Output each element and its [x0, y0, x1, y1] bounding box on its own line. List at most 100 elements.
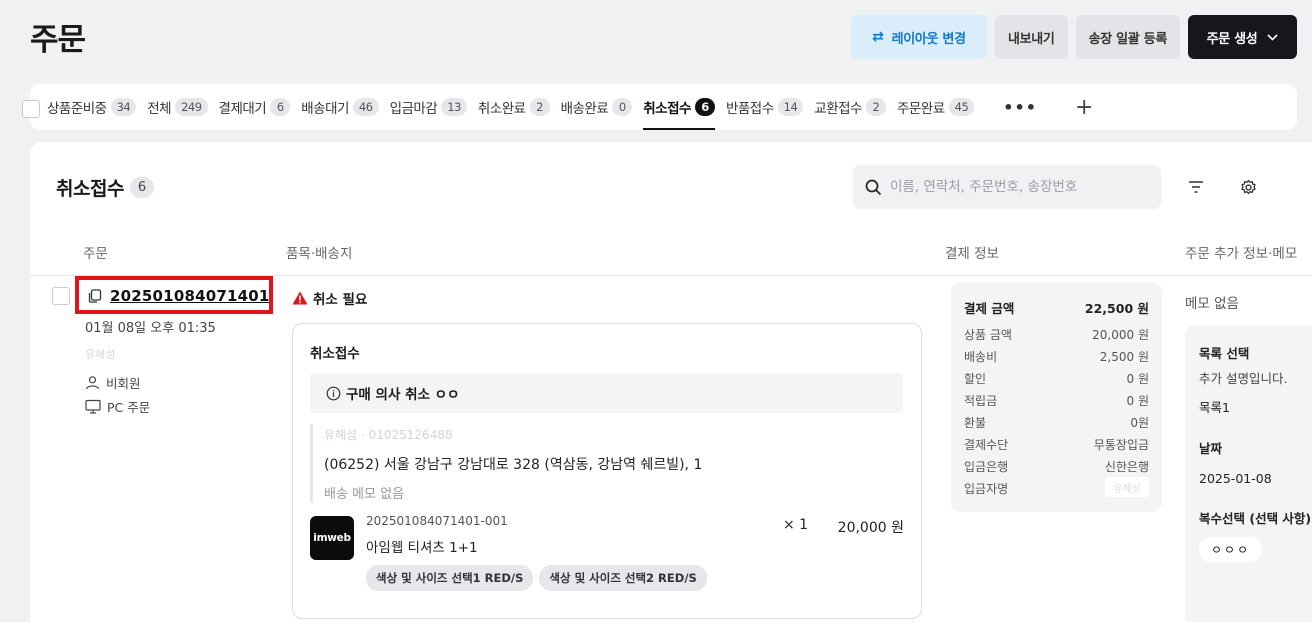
cancel-reason: 구매 의사 취소 ㅇㅇ: [310, 373, 903, 413]
column-items: 품목·배송지: [286, 246, 353, 262]
gear-icon[interactable]: [1236, 175, 1260, 199]
panel-title-text: 취소접수: [56, 178, 124, 200]
create-order-button[interactable]: 주문 생성: [1188, 15, 1297, 59]
payment-value: 무통장입금: [1093, 438, 1149, 452]
alert-text: 취소 필요: [313, 292, 368, 308]
tab-count: 45: [948, 98, 975, 116]
tab-all[interactable]: 전체 249: [147, 84, 208, 130]
create-order-label: 주문 생성: [1206, 31, 1258, 47]
search-input[interactable]: [890, 179, 1140, 195]
product-thumbnail: imweb: [310, 516, 354, 560]
column-extra: 주문 추가 정보·메모: [1185, 246, 1298, 262]
tab-label: 결제대기: [218, 101, 267, 117]
payment-row: 적립금 0 원: [964, 392, 1149, 414]
layout-change-button[interactable]: ⇄ 레이아웃 변경: [850, 15, 987, 59]
payment-value: 20,000 원: [1092, 328, 1149, 342]
member-type: 비회원: [85, 373, 141, 392]
tab-exchange-requested[interactable]: 교환접수 2: [814, 84, 886, 130]
payment-row: 입금자명 유혜성: [964, 477, 1149, 502]
date-label: 날짜: [1199, 441, 1223, 456]
payment-value: 0 원: [1126, 394, 1150, 408]
chevron-down-icon: [1267, 31, 1279, 44]
list-select-label: 목록 선택: [1199, 346, 1250, 361]
bulk-invoice-button[interactable]: 송장 일괄 등록: [1075, 15, 1180, 59]
payment-label: 입금자명: [964, 482, 1009, 496]
card-title: 취소접수: [310, 346, 360, 362]
tab-cancel-complete[interactable]: 취소완료 2: [478, 84, 550, 130]
tab-count: 46: [352, 98, 379, 116]
tab-return-requested[interactable]: 반품접수 14: [725, 84, 804, 130]
multi-select-chip: ㅇㅇㅇ: [1199, 537, 1263, 562]
row-checkbox[interactable]: [52, 287, 70, 305]
tab-label: 취소접수: [643, 101, 691, 117]
filter-icon[interactable]: [1184, 175, 1208, 199]
payment-label: 배송비: [964, 350, 998, 364]
tab-payment-pending[interactable]: 결제대기 6: [219, 84, 291, 130]
payment-row: 상품 금액 20,000 원: [964, 326, 1149, 348]
orders-panel: 취소접수 6 주문 품목·배송지 결제 정보 주문 추가 정보·메모 20250…: [22, 100, 1312, 622]
export-button[interactable]: 내보내기: [994, 15, 1068, 59]
payment-label: 결제수단: [964, 438, 1009, 452]
more-tabs-icon[interactable]: •••: [1003, 98, 1037, 117]
recipient-info: 유혜성 · 01025126488: [324, 428, 453, 442]
date-value: 2025-01-08: [1199, 471, 1272, 486]
monitor-icon: [85, 399, 101, 414]
status-tabs: 상품준비중 34 전체 249 결제대기 6 배송대기 46 입금마감 13 취소완료 2 …: [30, 84, 1297, 130]
tab-count: 0: [612, 98, 633, 116]
column-payment: 결제 정보: [945, 246, 999, 262]
tab-order-complete[interactable]: 주문완료 45: [897, 84, 975, 130]
delivery-memo: 배송 메모 없음: [324, 487, 405, 502]
tab-count: 14: [777, 98, 804, 116]
tab-label: 입금마감: [389, 101, 438, 117]
tab-count: 34: [110, 98, 137, 116]
tab-count: 13: [441, 98, 467, 116]
add-tab-icon[interactable]: +: [1075, 95, 1093, 120]
member-type-text: 비회원: [106, 376, 141, 391]
column-order: 주문: [83, 246, 108, 262]
payment-label: 입금은행: [964, 460, 1009, 474]
payment-total-row: 결제 금액 22,500 원: [964, 298, 1149, 326]
multi-select-label: 복수선택 (선택 사항): [1199, 511, 1312, 526]
option-chip: 색상 및 사이즈 선택2 RED/S: [539, 565, 707, 591]
payment-row: 결제수단 무통장입금: [964, 436, 1149, 458]
order-channel: PC 주문: [85, 397, 150, 416]
page-title: 주문: [30, 22, 86, 58]
tab-count: 6: [270, 98, 291, 116]
panel-count-badge: 6: [129, 177, 154, 198]
tab-preparing[interactable]: 상품준비중 34: [47, 84, 137, 130]
shipping-address: 유혜성 · 01025126488 (06252) 서울 강남구 강남대로 32…: [310, 424, 900, 502]
info-icon: [326, 386, 341, 400]
order-channel-text: PC 주문: [107, 400, 151, 415]
tab-deposit-closed[interactable]: 입금마감 13: [390, 84, 467, 130]
panel-title: 취소접수 6: [56, 174, 154, 201]
payment-value: 0 원: [1126, 372, 1150, 386]
tab-label: 반품접수: [725, 101, 774, 117]
depositor-name: 유혜성: [1105, 477, 1149, 497]
swap-icon: ⇄: [872, 29, 884, 45]
tab-label: 전체: [147, 101, 172, 117]
product-order-code: 202501084071401-001: [366, 514, 508, 528]
warning-icon: [292, 291, 308, 305]
cancel-alert: 취소 필요: [292, 288, 367, 308]
payment-row: 할인 0 원: [964, 370, 1149, 392]
cancel-reason-text: 구매 의사 취소 ㅇㅇ: [346, 387, 460, 403]
user-icon: [85, 376, 100, 390]
memo-text: 메모 없음: [1185, 296, 1239, 312]
tab-delivered[interactable]: 배송완료 0: [561, 84, 633, 130]
product-quantity: × 1: [783, 517, 809, 533]
tab-shipping-pending[interactable]: 배송대기 46: [301, 84, 379, 130]
tab-label: 취소완료: [477, 101, 526, 117]
extra-info: 목록 선택 추가 설명입니다. 목록1 날짜 2025-01-08 복수선택 (…: [1185, 325, 1312, 622]
product-price: 20,000 원: [837, 520, 904, 536]
table-header: 주문 품목·배송지 결제 정보 주문 추가 정보·메모: [22, 100, 1312, 276]
payment-label: 결제 금액: [964, 301, 1015, 316]
payment-value: 2,500 원: [1099, 350, 1149, 364]
orderer-name: 유혜성: [85, 348, 116, 361]
payment-row: 환불 0원: [964, 414, 1149, 436]
tab-count: 2: [529, 98, 550, 116]
layout-change-label: 레이아웃 변경: [891, 31, 966, 47]
order-date: 01월 08일 오후 01:35: [85, 321, 216, 336]
tab-label: 배송완료: [560, 101, 609, 117]
payment-row: 배송비 2,500 원: [964, 348, 1149, 370]
tab-cancel-requested[interactable]: 취소접수 6: [643, 84, 715, 130]
